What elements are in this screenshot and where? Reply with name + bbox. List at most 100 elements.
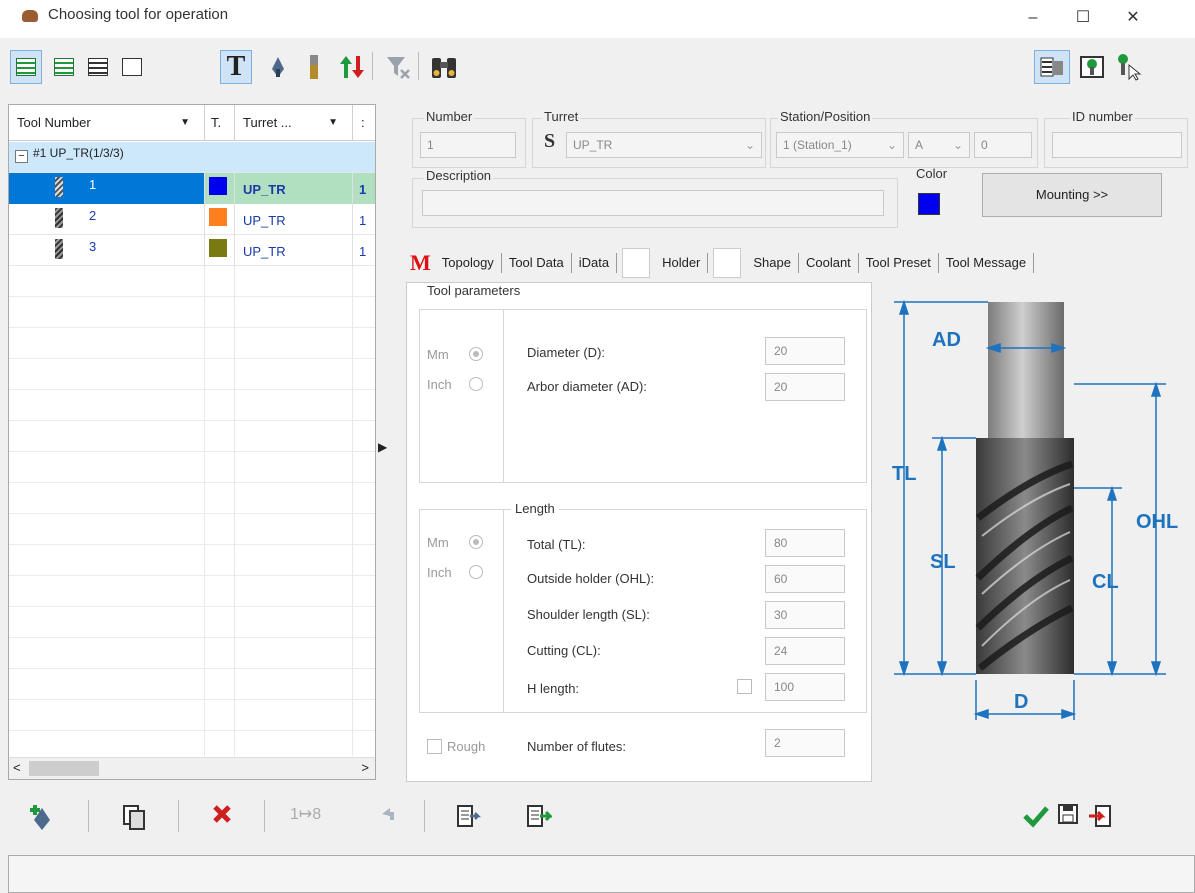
d-label: D <box>1014 691 1028 713</box>
export-button[interactable] <box>526 804 554 836</box>
ok-button[interactable] <box>1022 804 1050 834</box>
tab-tool-data[interactable]: Tool Data <box>502 253 572 273</box>
turret-select[interactable]: UP_TR ⌄ <box>566 132 762 158</box>
h-length-checkbox[interactable] <box>737 679 752 694</box>
scroll-left-arrow[interactable]: < <box>13 760 21 775</box>
dropdown-chevron-icon: ⌄ <box>744 138 755 152</box>
detail-view-button[interactable] <box>82 50 114 84</box>
topology-panel: Tool parameters Mm Inch Diameter (D): 20… <box>406 282 872 782</box>
close-button[interactable]: ✕ <box>1110 4 1156 32</box>
find-button[interactable] <box>428 50 460 84</box>
maximize-button[interactable]: ☐ <box>1060 4 1106 32</box>
app-icon <box>22 10 38 22</box>
renumber-button[interactable]: 1↦8 <box>290 804 321 824</box>
table-row[interactable]: 2 UP_TR 1 <box>9 204 375 235</box>
turret-label: Turret <box>542 109 581 124</box>
tool-icon <box>55 177 63 197</box>
inch-label: Inch <box>427 565 452 580</box>
tab-idata[interactable]: iData <box>572 253 618 273</box>
list-view-button[interactable] <box>10 50 42 84</box>
shoulder-length-label: Shoulder length (SL): <box>527 607 650 622</box>
col-tool-number[interactable]: Tool Number ▼ <box>9 105 205 141</box>
position-number-field[interactable]: 0 <box>974 132 1032 158</box>
copy-tool-button[interactable] <box>122 804 146 836</box>
ohl-label: OHL <box>1136 511 1178 533</box>
minimize-button[interactable]: – <box>1010 4 1056 32</box>
pick-tool-button[interactable] <box>1112 50 1144 84</box>
diameter-field[interactable]: 20 <box>765 337 845 365</box>
shape-tab-icon <box>713 248 742 278</box>
number-field[interactable]: 1 <box>420 132 516 158</box>
export-icon <box>527 805 554 827</box>
col-type[interactable]: T. <box>205 105 235 141</box>
mounting-button[interactable]: Mounting >> <box>982 173 1162 217</box>
station-select[interactable]: 1 (Station_1) ⌄ <box>776 132 904 158</box>
col-turret[interactable]: Turret ... ▼ <box>235 105 353 141</box>
id-field[interactable] <box>1052 132 1182 158</box>
inch-radio[interactable] <box>469 377 483 391</box>
outside-holder-label: Outside holder (OHL): <box>527 571 655 586</box>
import-button[interactable] <box>456 804 482 836</box>
color-picker[interactable] <box>918 193 940 215</box>
list-view-green-button[interactable] <box>48 50 80 84</box>
text-tool-button[interactable]: T <box>220 50 252 84</box>
mm-radio[interactable] <box>469 347 483 361</box>
collapse-icon[interactable]: − <box>15 150 28 163</box>
compact-view-button[interactable] <box>116 50 148 84</box>
description-field[interactable] <box>422 190 884 216</box>
rough-checkbox[interactable] <box>427 739 442 754</box>
horizontal-scrollbar[interactable]: < > <box>9 757 375 779</box>
total-length-field[interactable]: 80 <box>765 529 845 557</box>
endmill-icon <box>310 55 318 79</box>
window-title: Choosing tool for operation <box>48 6 229 23</box>
h-length-field[interactable]: 100 <box>765 673 845 701</box>
list-icon <box>122 58 142 76</box>
panel-splitter-arrow[interactable]: ▶ <box>378 440 387 454</box>
turret-name: UP_TR <box>243 244 286 259</box>
tab-coolant[interactable]: Coolant <box>799 253 859 273</box>
tab-tool-preset[interactable]: Tool Preset <box>859 253 939 273</box>
save-disk-icon <box>1058 804 1078 824</box>
sort-button[interactable] <box>336 50 368 84</box>
drill-tool-button[interactable] <box>262 50 294 84</box>
tab-tool-message[interactable]: Tool Message <box>939 253 1035 273</box>
table-row[interactable]: 3 UP_TR 1 <box>9 235 375 266</box>
col-extra[interactable]: : <box>353 105 375 141</box>
mm-radio[interactable] <box>469 535 483 549</box>
exit-button[interactable] <box>1088 804 1112 834</box>
tool-group-row[interactable]: − #1 UP_TR(1/3/3) <box>9 142 375 173</box>
add-tool-button[interactable] <box>28 804 58 838</box>
arbor-diameter-field[interactable]: 20 <box>765 373 845 401</box>
position-select[interactable]: A ⌄ <box>908 132 970 158</box>
save-button[interactable] <box>1058 804 1078 830</box>
tab-shape[interactable]: Shape <box>746 253 799 273</box>
tool-holder-button[interactable] <box>1076 50 1108 84</box>
sort-arrows-icon <box>340 56 364 78</box>
clear-filter-button[interactable] <box>382 50 414 84</box>
shoulder-length-field[interactable]: 30 <box>765 601 845 629</box>
number-label: Number <box>424 109 475 124</box>
list-icon <box>16 58 36 76</box>
outside-holder-field[interactable]: 60 <box>765 565 845 593</box>
delete-tool-button[interactable] <box>212 804 232 830</box>
station-label: Station/Position <box>778 109 873 124</box>
tool-list-grid[interactable]: Tool Number ▼ T. Turret ... ▼ : − #1 UP_TR… <box>8 104 376 780</box>
table-row[interactable]: 1 UP_TR 1 <box>9 173 375 204</box>
endmill-tool-button[interactable] <box>298 50 330 84</box>
flutes-field[interactable]: 2 <box>765 729 845 757</box>
undo-button[interactable] <box>378 804 398 830</box>
shank <box>988 302 1064 440</box>
scroll-right-arrow[interactable]: > <box>361 760 369 775</box>
turret-name: UP_TR <box>243 213 286 228</box>
cutting-length-field[interactable]: 24 <box>765 637 845 665</box>
tab-topology[interactable]: Topology <box>435 253 502 273</box>
cl-label: CL <box>1092 571 1119 593</box>
list-icon <box>54 58 74 76</box>
drill-icon <box>272 57 284 77</box>
tab-holder[interactable]: Holder <box>655 253 709 273</box>
scroll-thumb[interactable] <box>29 761 99 776</box>
tool-info-button[interactable] <box>1034 50 1070 84</box>
arbor-diameter-label: Arbor diameter (AD): <box>527 379 647 394</box>
inch-radio[interactable] <box>469 565 483 579</box>
color-swatch <box>209 208 227 226</box>
